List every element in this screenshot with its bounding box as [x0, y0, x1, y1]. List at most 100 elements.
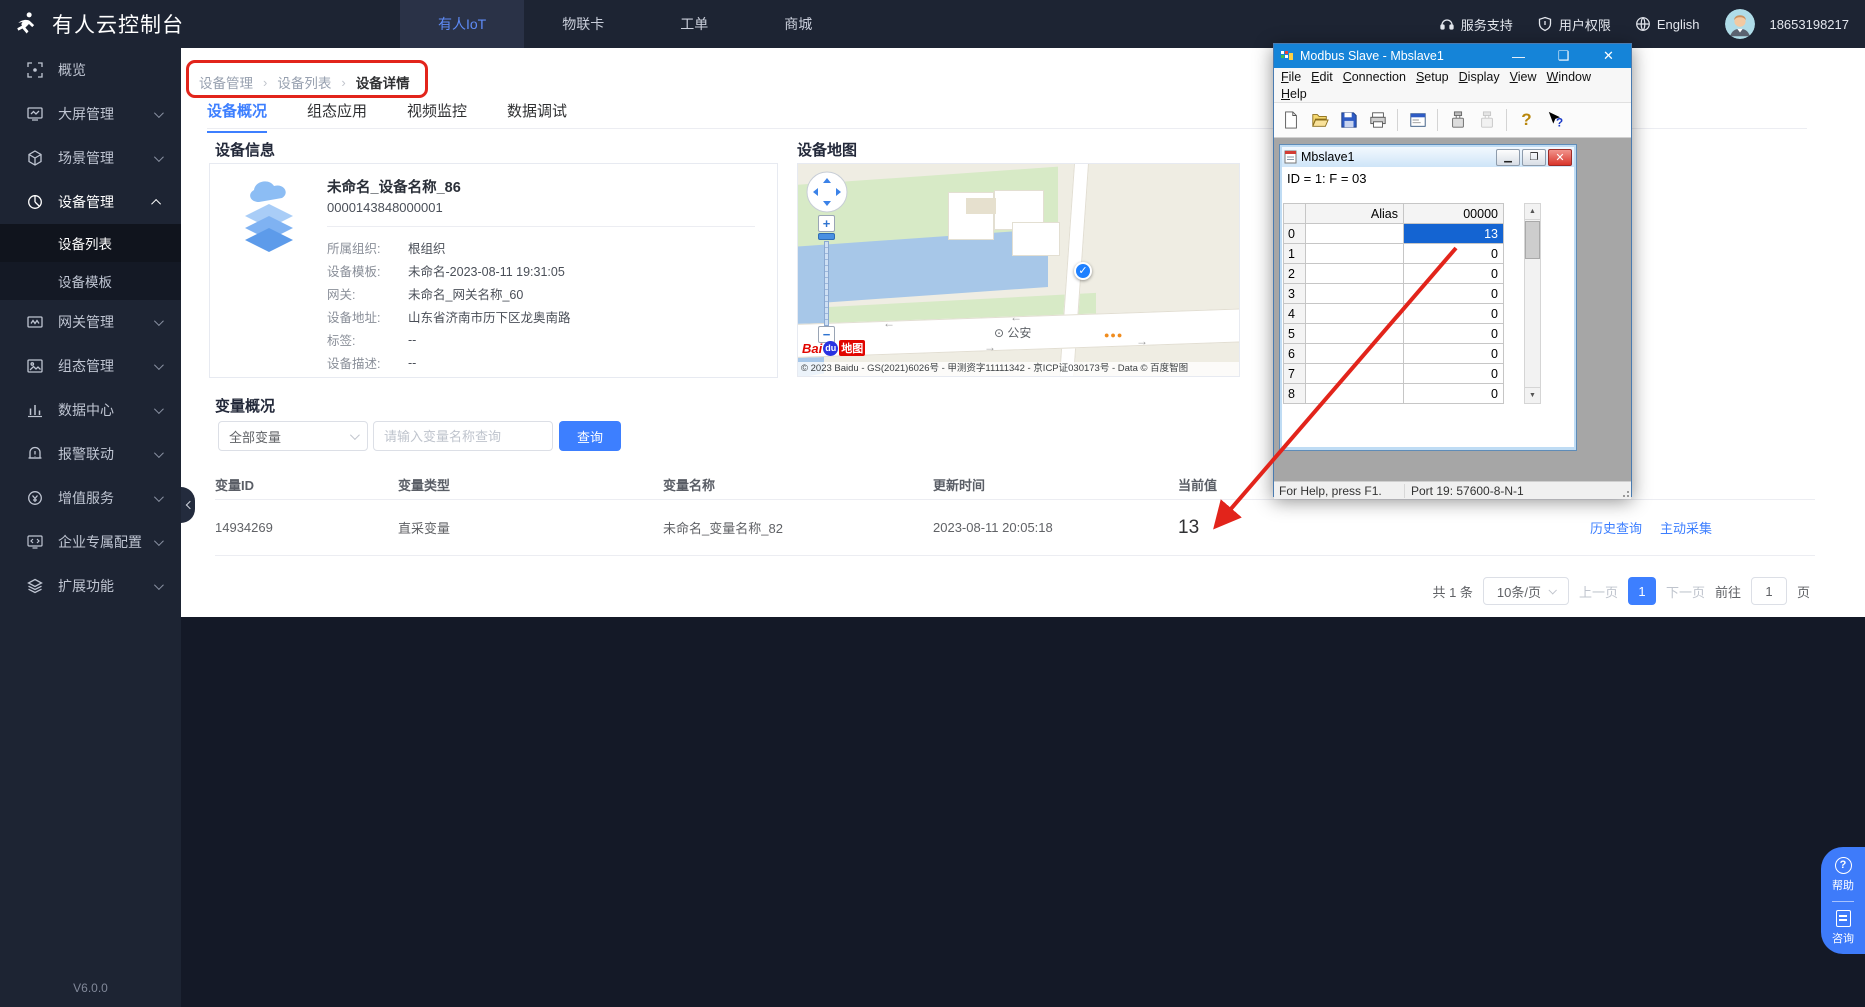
display-definition-button[interactable] — [1405, 108, 1430, 133]
page-size-select[interactable]: 10条/页 — [1483, 577, 1569, 605]
print-button[interactable] — [1365, 108, 1390, 133]
connection-setup-button[interactable] — [1445, 108, 1470, 133]
sidebar-item-device-template[interactable]: 设备模板 — [0, 262, 181, 300]
help-button[interactable]: ? — [1514, 108, 1539, 133]
register-row[interactable]: 30 — [1284, 284, 1504, 304]
sidebar-label: 设备管理 — [58, 192, 154, 212]
close-button[interactable]: ✕ — [1586, 44, 1631, 68]
disconnect-button[interactable] — [1474, 108, 1499, 133]
register-scrollbar[interactable]: ▲ ▼ — [1524, 203, 1541, 404]
save-button[interactable] — [1336, 108, 1361, 133]
register-table[interactable]: Alias 00000 013 10 20 30 40 50 60 70 80 — [1283, 203, 1504, 404]
menu-file[interactable]: File — [1276, 70, 1306, 84]
register-row[interactable]: 50 — [1284, 324, 1504, 344]
user-phone[interactable]: 18653198217 — [1769, 17, 1849, 32]
map-road-arrow: → — [984, 340, 996, 354]
sidebar-item-alarm-linkage[interactable]: 报警联动 — [0, 432, 181, 476]
topnav-work-order[interactable]: 工单 — [642, 0, 746, 48]
sidebar-item-extensions[interactable]: 扩展功能 — [0, 564, 181, 608]
context-help-button[interactable]: ? — [1543, 108, 1568, 133]
map-zoom-slider-thumb[interactable] — [818, 233, 835, 240]
device-map[interactable]: ← ← → → ⊙ 公安 ●●● ✓ + − Baidu地图 © 2023 Ba… — [797, 163, 1240, 377]
register-row[interactable]: 20 — [1284, 264, 1504, 284]
sidebar-item-data-center[interactable]: 数据中心 — [0, 388, 181, 432]
menu-display[interactable]: Display — [1454, 70, 1505, 84]
alias-column-header[interactable]: Alias — [1306, 204, 1404, 224]
topnav-sim-card[interactable]: 物联卡 — [524, 0, 642, 48]
goto-page-input[interactable] — [1751, 577, 1787, 605]
field-address: 设备地址:山东省济南市历下区龙奥南路 — [327, 305, 571, 328]
device-location-marker[interactable]: ✓ — [1074, 262, 1092, 280]
menu-window[interactable]: Window — [1542, 70, 1596, 84]
consult-float-button[interactable]: 咨询 — [1832, 910, 1854, 946]
scrollbar-thumb[interactable] — [1525, 221, 1540, 259]
support-menu[interactable]: 服务支持 — [1439, 15, 1513, 34]
modbus-titlebar[interactable]: Modbus Slave - Mbslave1 — ❑ ✕ — [1274, 44, 1631, 68]
scroll-down-arrow[interactable]: ▼ — [1525, 387, 1540, 403]
next-page-button[interactable]: 下一页 — [1666, 582, 1705, 601]
menu-connection[interactable]: Connection — [1338, 70, 1411, 84]
menu-help[interactable]: Help — [1276, 87, 1312, 101]
maximize-button[interactable]: ❑ — [1541, 44, 1586, 68]
sidebar-item-overview[interactable]: 概览 — [0, 48, 181, 92]
language-menu[interactable]: English — [1635, 16, 1700, 32]
active-collect-link[interactable]: 主动采集 — [1660, 518, 1712, 537]
register-row[interactable]: 70 — [1284, 364, 1504, 384]
sidebar-item-value-added[interactable]: 增值服务 — [0, 476, 181, 520]
variable-search-button[interactable]: 查询 — [559, 421, 621, 451]
user-avatar[interactable] — [1725, 9, 1755, 39]
scroll-up-arrow[interactable]: ▲ — [1525, 204, 1540, 220]
register-row[interactable]: 80 — [1284, 384, 1504, 404]
sidebar-item-enterprise-config[interactable]: 企业专属配置 — [0, 520, 181, 564]
cell-variable-name: 未命名_变量名称_82 — [663, 518, 933, 537]
breadcrumb-device-list[interactable]: 设备列表 — [277, 72, 331, 92]
value-column-header[interactable]: 00000 — [1404, 204, 1504, 224]
col-variable-type: 变量类型 — [398, 475, 663, 494]
register-row[interactable]: 013 — [1284, 224, 1504, 244]
sidebar-item-scene-mgmt[interactable]: 场景管理 — [0, 136, 181, 180]
map-road-arrow: ← — [883, 316, 895, 330]
selected-register-cell: 13 — [1404, 224, 1504, 244]
register-row[interactable]: 40 — [1284, 304, 1504, 324]
language-label: English — [1657, 17, 1700, 32]
minimize-button[interactable]: — — [1496, 44, 1541, 68]
sidebar-item-config-mgmt[interactable]: 组态管理 — [0, 344, 181, 388]
doc-restore-button[interactable]: ❐ — [1522, 149, 1546, 166]
menu-setup[interactable]: Setup — [1411, 70, 1454, 84]
menu-edit[interactable]: Edit — [1306, 70, 1338, 84]
map-zoom-slider-track[interactable] — [824, 241, 829, 326]
history-query-link[interactable]: 历史查询 — [1590, 518, 1642, 537]
doc-minimize-button[interactable]: ▁ — [1496, 149, 1520, 166]
sidebar-item-gateway-mgmt[interactable]: 网关管理 — [0, 300, 181, 344]
topnav-usr-iot[interactable]: 有人IoT — [400, 0, 524, 48]
gateway-icon — [27, 314, 43, 330]
register-row[interactable]: 10 — [1284, 244, 1504, 264]
map-pan-control[interactable] — [806, 171, 848, 213]
menu-view[interactable]: View — [1505, 70, 1542, 84]
register-row[interactable]: 60 — [1284, 344, 1504, 364]
resize-grip[interactable] — [1621, 489, 1629, 497]
breadcrumb-device-mgmt[interactable]: 设备管理 — [199, 72, 253, 92]
permission-menu[interactable]: 用户权限 — [1537, 15, 1611, 34]
doc-titlebar[interactable]: Mbslave1 ▁ ❐ ✕ — [1282, 147, 1574, 167]
modbus-slave-window[interactable]: Modbus Slave - Mbslave1 — ❑ ✕ File Edit … — [1273, 43, 1632, 497]
cell-variable-type: 直采变量 — [398, 518, 663, 537]
topnav-mall[interactable]: 商城 — [746, 0, 850, 48]
brand-title: 有人云控制台 — [52, 9, 184, 39]
sidebar-item-device-mgmt[interactable]: 设备管理 — [0, 180, 181, 224]
open-file-button[interactable] — [1307, 108, 1332, 133]
big-screen-icon — [27, 106, 43, 122]
variable-type-select[interactable]: 全部变量 — [218, 421, 368, 451]
prev-page-button[interactable]: 上一页 — [1579, 582, 1618, 601]
map-zoom-in-button[interactable]: + — [818, 215, 835, 232]
current-page-button[interactable]: 1 — [1628, 577, 1656, 605]
col-variable-id: 变量ID — [215, 475, 398, 494]
sidebar-label: 场景管理 — [58, 148, 154, 168]
sidebar-item-device-list[interactable]: 设备列表 — [0, 224, 181, 262]
help-float-button[interactable]: ? 帮助 — [1832, 857, 1854, 893]
mbslave1-doc-window[interactable]: Mbslave1 ▁ ❐ ✕ ID = 1: F = 03 Alias 0000… — [1279, 144, 1577, 451]
variable-search-input[interactable] — [373, 421, 553, 451]
doc-close-button[interactable]: ✕ — [1548, 149, 1572, 166]
sidebar-item-screen-mgmt[interactable]: 大屏管理 — [0, 92, 181, 136]
new-file-button[interactable] — [1278, 108, 1303, 133]
